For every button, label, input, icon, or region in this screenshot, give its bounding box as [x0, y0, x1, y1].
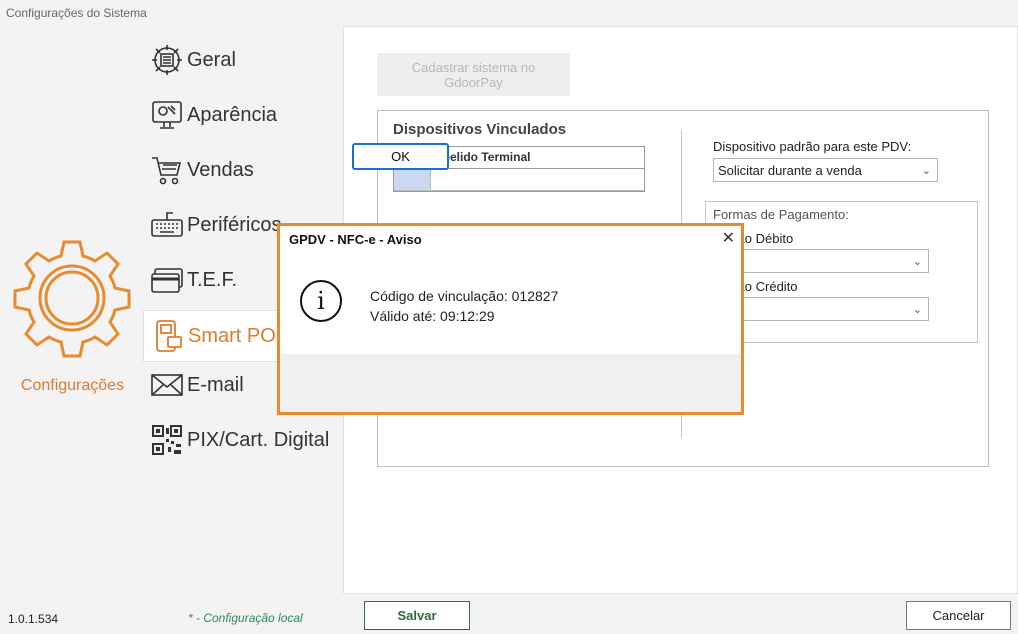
settings-list-icon [149, 42, 185, 78]
sidebar-item-label: Geral [187, 48, 236, 71]
keyboard-icon [149, 207, 185, 243]
close-icon[interactable]: ✕ [722, 228, 735, 248]
column-header-apelido[interactable]: Apelido Terminal [431, 147, 644, 168]
default-device-label: Dispositivo padrão para este PDV: [713, 139, 912, 154]
valid-until-text: Válido até: 09:12:29 [370, 308, 495, 324]
ok-button[interactable]: OK [352, 143, 449, 170]
sidebar-item-vendas[interactable]: Vendas [143, 145, 339, 195]
qr-code-icon [149, 422, 185, 458]
sidebar-item-geral[interactable]: Geral [143, 35, 339, 85]
devices-title: Dispositivos Vinculados [393, 121, 567, 138]
sidebar-item-label: Aparência [187, 103, 278, 126]
credit-card-icon [149, 262, 185, 298]
table-row[interactable] [394, 169, 644, 191]
section-label: Configurações [20, 377, 125, 394]
sidebar-item-aparencia[interactable]: Aparência [143, 90, 339, 140]
sidebar-item-label: Smart POS [188, 324, 290, 347]
sidebar-item-label: Vendas [187, 158, 254, 181]
dialog-title: GPDV - NFC-e - Aviso [289, 232, 422, 247]
chevron-down-icon: ⌄ [912, 256, 922, 268]
sidebar-item-pix[interactable]: PIX/Cart. Digital [143, 415, 339, 465]
sidebar-item-label: T.E.F. [187, 268, 238, 291]
payment-legend: Formas de Pagamento: [713, 207, 849, 222]
local-config-note: * - Configuração local [188, 611, 303, 625]
chevron-down-icon: ⌄ [921, 165, 931, 177]
shopping-cart-icon [149, 152, 185, 188]
register-gdoorpay-button[interactable]: Cadastrar sistema no GdoorPay [377, 53, 570, 96]
save-button[interactable]: Salvar [364, 601, 470, 630]
window-title: Configurações do Sistema [6, 6, 147, 20]
cell-id[interactable] [394, 169, 431, 190]
settings-gear-icon [13, 240, 131, 358]
monitor-paint-icon [149, 97, 185, 133]
dialog-footer [280, 354, 741, 412]
default-device-value: Solicitar durante a venda [718, 163, 862, 178]
chevron-down-icon: ⌄ [912, 304, 922, 316]
default-device-select[interactable]: Solicitar durante a venda ⌄ [713, 158, 938, 182]
sidebar-item-label: E-mail [187, 373, 244, 396]
linking-code-text: Código de vinculação: 012827 [370, 288, 559, 304]
pos-terminal-icon [150, 318, 186, 354]
message-dialog: GPDV - NFC-e - Aviso ✕ i Código de vincu… [277, 223, 744, 415]
version-label: 1.0.1.534 [8, 612, 59, 626]
debit-select[interactable]: ⌄ [713, 249, 929, 273]
sidebar-item-label: Periféricos [187, 213, 282, 236]
cancel-button[interactable]: Cancelar [906, 601, 1011, 630]
envelope-icon [149, 367, 185, 403]
credit-select[interactable]: ⌄ [713, 297, 929, 321]
sidebar-item-label: PIX/Cart. Digital [187, 428, 330, 451]
info-icon: i [300, 280, 342, 322]
dialog-body: i Código de vinculação: 012827 Válido at… [280, 254, 741, 354]
